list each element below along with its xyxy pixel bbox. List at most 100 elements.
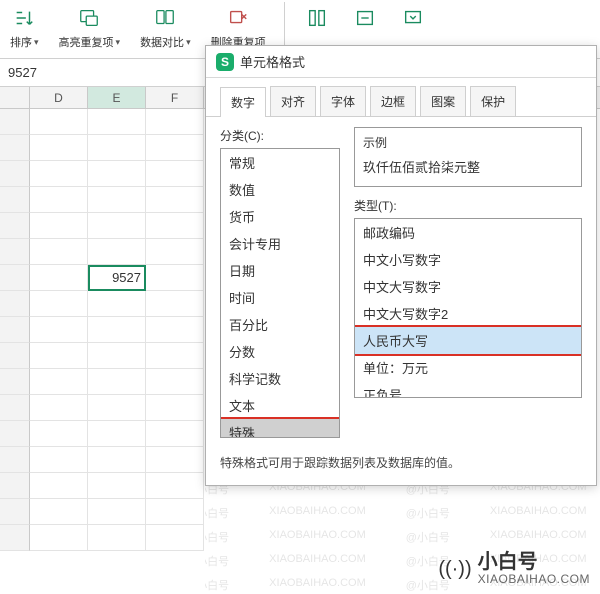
- type-label: 类型(T):: [354, 197, 582, 214]
- tab-protect[interactable]: 保护: [470, 86, 516, 116]
- cell[interactable]: [30, 317, 88, 343]
- list-item[interactable]: 中文小写数字: [355, 246, 581, 273]
- cell[interactable]: [88, 213, 146, 239]
- tab-number[interactable]: 数字: [220, 87, 266, 117]
- cell[interactable]: [30, 291, 88, 317]
- cell[interactable]: [146, 291, 204, 317]
- list-item[interactable]: 单位：万元: [355, 354, 581, 381]
- cell[interactable]: [30, 343, 88, 369]
- list-item[interactable]: 货币: [221, 203, 339, 230]
- cell[interactable]: [30, 265, 88, 291]
- cell[interactable]: [146, 265, 204, 291]
- cell[interactable]: [88, 109, 146, 135]
- col-header-f[interactable]: F: [146, 87, 204, 108]
- cell[interactable]: [146, 499, 204, 525]
- cell[interactable]: [30, 369, 88, 395]
- example-value: 玖仟伍佰贰拾柒元整: [363, 157, 573, 176]
- cell[interactable]: [146, 239, 204, 265]
- cell[interactable]: [88, 343, 146, 369]
- brand-badge: ((·)) 小白号 XIAOBAIHAO.COM: [438, 552, 590, 586]
- cell[interactable]: [146, 109, 204, 135]
- cell[interactable]: [146, 525, 204, 551]
- list-item[interactable]: 数值: [221, 176, 339, 203]
- table-row: [0, 525, 600, 551]
- cell[interactable]: [30, 161, 88, 187]
- list-item[interactable]: 百分比: [221, 311, 339, 338]
- example-box: 示例 玖仟伍佰贰拾柒元整: [354, 127, 582, 187]
- cell[interactable]: [88, 135, 146, 161]
- list-item[interactable]: 会计专用: [221, 230, 339, 257]
- cell[interactable]: [30, 109, 88, 135]
- cell[interactable]: [88, 317, 146, 343]
- brand-name: 小白号: [478, 552, 590, 573]
- list-item[interactable]: 中文大写数字2: [355, 300, 581, 327]
- list-item[interactable]: 分数: [221, 338, 339, 365]
- sort-button[interactable]: 排序▾: [6, 2, 43, 52]
- type-list[interactable]: 邮政编码中文小写数字中文大写数字中文大写数字2人民币大写单位：万元正负号: [354, 218, 582, 398]
- highlight-duplicates-button[interactable]: 高亮重复项▾: [55, 2, 125, 52]
- dialog-tabs: 数字 对齐 字体 边框 图案 保护: [206, 78, 596, 117]
- cell[interactable]: [30, 447, 88, 473]
- tab-font[interactable]: 字体: [320, 86, 366, 116]
- cell[interactable]: [88, 161, 146, 187]
- list-item[interactable]: 科学记数: [221, 365, 339, 392]
- cell[interactable]: [88, 473, 146, 499]
- list-item[interactable]: 时间: [221, 284, 339, 311]
- chevron-down-icon: ▾: [186, 37, 191, 48]
- cell[interactable]: [30, 135, 88, 161]
- remove-dup-icon: [224, 4, 252, 32]
- cell[interactable]: [30, 213, 88, 239]
- tab-align[interactable]: 对齐: [270, 86, 316, 116]
- cell[interactable]: [30, 395, 88, 421]
- tab-pattern[interactable]: 图案: [420, 86, 466, 116]
- cell[interactable]: [146, 161, 204, 187]
- cell[interactable]: [30, 499, 88, 525]
- dialog-titlebar: S 单元格格式: [206, 46, 596, 78]
- cell[interactable]: [88, 499, 146, 525]
- cell[interactable]: [88, 291, 146, 317]
- col-header-e[interactable]: E: [88, 87, 146, 108]
- col-header-d[interactable]: D: [30, 87, 88, 108]
- cell[interactable]: [88, 369, 146, 395]
- table-row: [0, 499, 600, 525]
- list-item[interactable]: 日期: [221, 257, 339, 284]
- cell[interactable]: [88, 447, 146, 473]
- cell[interactable]: [146, 317, 204, 343]
- app-icon: S: [216, 53, 234, 71]
- cell[interactable]: [146, 369, 204, 395]
- data-compare-button[interactable]: 数据对比▾: [136, 2, 195, 52]
- cell[interactable]: [88, 187, 146, 213]
- cell[interactable]: [30, 421, 88, 447]
- category-list[interactable]: 常规数值货币会计专用日期时间百分比分数科学记数文本特殊自定义: [220, 148, 340, 438]
- cell[interactable]: [88, 421, 146, 447]
- data-compare-label: 数据对比: [140, 34, 184, 50]
- list-item[interactable]: 常规: [221, 149, 339, 176]
- list-item[interactable]: 人民币大写: [355, 327, 581, 354]
- list-item[interactable]: 文本: [221, 392, 339, 419]
- tab-border[interactable]: 边框: [370, 86, 416, 116]
- cell[interactable]: [30, 473, 88, 499]
- cell[interactable]: [88, 395, 146, 421]
- dropdown-icon: [399, 4, 427, 32]
- cell[interactable]: [146, 395, 204, 421]
- cell[interactable]: [30, 187, 88, 213]
- cell[interactable]: [146, 421, 204, 447]
- example-label: 示例: [363, 134, 573, 151]
- cell[interactable]: [146, 213, 204, 239]
- cell[interactable]: [88, 525, 146, 551]
- cell[interactable]: [146, 343, 204, 369]
- list-item[interactable]: 正负号: [355, 381, 581, 398]
- list-item[interactable]: 邮政编码: [355, 219, 581, 246]
- dialog-footer-note: 特殊格式可用于跟踪数据列表及数据库的值。: [206, 448, 596, 485]
- cell[interactable]: [30, 239, 88, 265]
- cell[interactable]: [146, 135, 204, 161]
- list-item[interactable]: 中文大写数字: [355, 273, 581, 300]
- cell[interactable]: 9527: [88, 265, 146, 291]
- validation-icon: [351, 4, 379, 32]
- cell[interactable]: [30, 525, 88, 551]
- cell[interactable]: [146, 473, 204, 499]
- cell[interactable]: [146, 447, 204, 473]
- cell[interactable]: [88, 239, 146, 265]
- cell[interactable]: [146, 187, 204, 213]
- list-item[interactable]: 特殊: [221, 419, 339, 438]
